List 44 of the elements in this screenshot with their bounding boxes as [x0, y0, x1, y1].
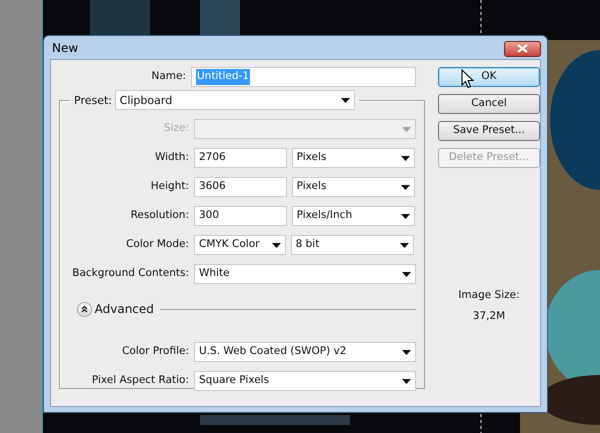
info-value: 37,2M	[472, 309, 506, 324]
caret-icon	[400, 184, 410, 190]
input-field[interactable]: 3606	[194, 177, 287, 197]
caret-icon	[402, 378, 411, 384]
field-label: Pixel Aspect Ratio:	[90, 373, 190, 388]
caret-icon	[402, 126, 411, 132]
caret-icon	[400, 242, 409, 248]
section-label: Advanced	[94, 301, 154, 318]
dropdown[interactable]: Clipboard	[114, 90, 355, 110]
field-label: Size:	[162, 121, 190, 136]
window-title: New	[51, 40, 78, 56]
field-label: Color Profile:	[121, 344, 190, 360]
field-label: Width:	[154, 150, 190, 166]
input-field[interactable]: 300	[194, 206, 287, 226]
double-chevron-icon	[81, 305, 88, 313]
dropdown[interactable]: U.S. Web Coated (SWOP) v2	[194, 342, 416, 362]
field-label: Preset:	[74, 94, 114, 106]
close-button[interactable]	[504, 40, 541, 56]
field-label: Background Contents:	[71, 266, 190, 282]
dialog-button[interactable]: Cancel	[438, 94, 540, 114]
dropdown[interactable]: Square Pixels	[194, 371, 416, 391]
dropdown[interactable]: Pixels	[292, 177, 415, 197]
caret-icon	[400, 214, 410, 218]
dropdown[interactable]: Pixels	[292, 148, 415, 168]
caret-icon	[402, 272, 411, 276]
dropdown[interactable]: 8 bit	[290, 235, 414, 255]
info-label: Image Size:	[457, 288, 521, 303]
dialog-button[interactable]: Save Preset...	[438, 121, 540, 141]
dropdown[interactable]: Pixels/Inch	[292, 206, 415, 226]
close-icon	[517, 44, 528, 53]
caret-icon	[402, 350, 411, 354]
field-label: Name:	[150, 69, 187, 84]
caret-icon	[340, 98, 350, 102]
mouse-pointer-icon	[461, 69, 474, 89]
field-label: Height:	[150, 179, 190, 194]
dialog-button[interactable]: OK	[438, 67, 540, 87]
input-field[interactable]: 2706	[194, 148, 287, 168]
caret-icon	[400, 156, 410, 160]
collapse-button[interactable]	[77, 302, 92, 316]
field-label: Color Mode:	[125, 237, 190, 252]
dropdown[interactable]: White	[194, 264, 416, 284]
dropdown[interactable]: CMYK Color	[194, 235, 286, 255]
caret-icon	[272, 242, 281, 248]
field-label: Resolution:	[130, 208, 190, 224]
